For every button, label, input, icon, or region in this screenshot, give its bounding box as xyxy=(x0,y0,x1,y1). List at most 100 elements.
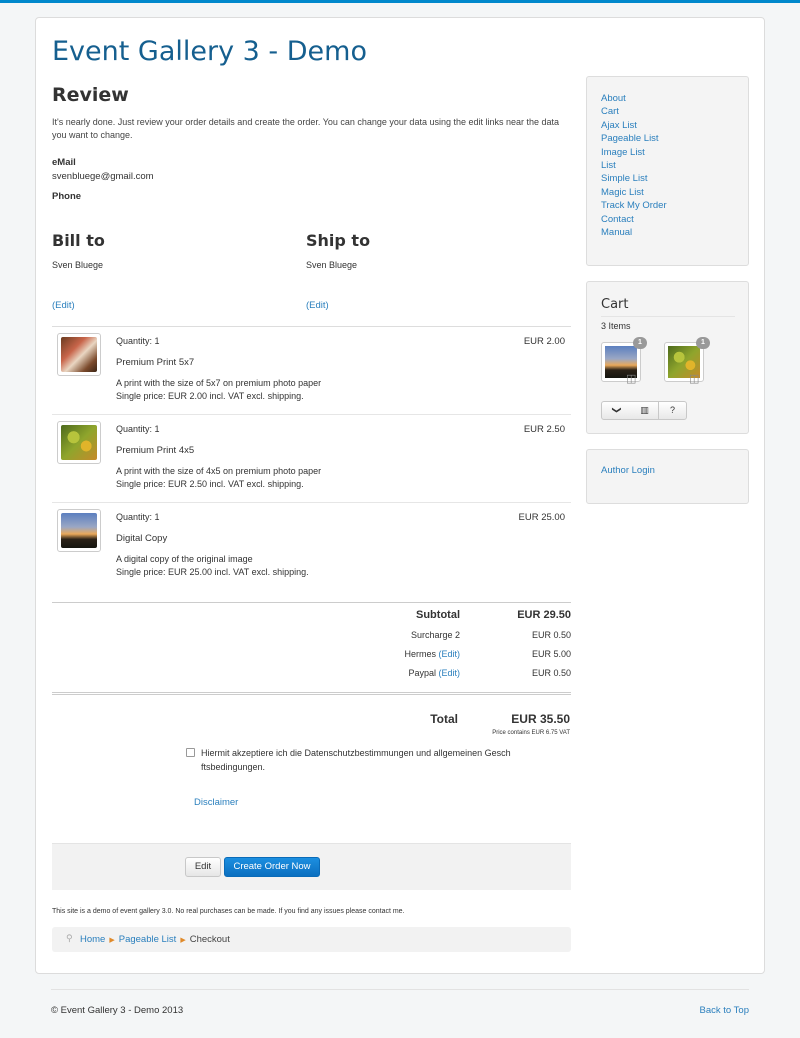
total-value: EUR 35.50 xyxy=(511,712,570,726)
page-container: Event Gallery 3 - Demo Review It's nearl… xyxy=(35,17,765,974)
totals-table: Subtotal EUR 29.50 Surcharge 2 EUR 0.50 … xyxy=(52,602,571,682)
cart-button-group: ❯ ▥ ? xyxy=(601,401,687,420)
item-thumbnail[interactable] xyxy=(57,509,101,552)
order-item: Quantity: 1 Premium Print 5x7 A print wi… xyxy=(52,327,571,415)
ship-to-name: Sven Bluege xyxy=(306,260,358,270)
subtotal-row: Subtotal EUR 29.50 xyxy=(52,603,571,625)
order-items: Quantity: 1 Premium Print 5x7 A print wi… xyxy=(52,326,571,591)
sidebar-item-pageable-list[interactable]: Pageable List xyxy=(601,132,748,145)
author-login-link[interactable]: Author Login xyxy=(601,465,655,476)
back-to-top-link[interactable]: Back to Top xyxy=(700,1005,749,1016)
ship-to-heading: Ship to xyxy=(306,231,371,250)
payment-method: Paypal xyxy=(408,668,436,678)
payment-row: Paypal (Edit) EUR 0.50 xyxy=(52,663,571,682)
email-label: eMail xyxy=(52,157,76,168)
help-button[interactable]: ? xyxy=(659,402,686,419)
sidebar-item-simple-list[interactable]: Simple List xyxy=(601,172,748,185)
bill-to-name: Sven Bluege xyxy=(52,260,104,270)
subtotal-label: Subtotal xyxy=(416,609,460,621)
cart-thumbnail[interactable]: 1 ◫ xyxy=(664,337,710,385)
item-quantity: Quantity: 1 xyxy=(116,424,160,434)
location-pin-icon: ⚲ xyxy=(66,933,73,943)
item-thumbnail[interactable] xyxy=(57,421,101,464)
login-box: Author Login xyxy=(586,449,749,504)
review-intro: It's nearly done. Just review your order… xyxy=(52,117,560,140)
cart-item-badge: 1 xyxy=(633,337,647,349)
item-image xyxy=(61,337,97,372)
total-label: Total xyxy=(430,712,458,726)
item-image xyxy=(61,425,97,460)
item-single-price: Single price: EUR 25.00 incl. VAT excl. … xyxy=(116,567,309,577)
create-order-button[interactable]: Create Order Now xyxy=(224,857,320,877)
subtotal-value: EUR 29.50 xyxy=(517,609,571,621)
action-bar: Edit Create Order Now xyxy=(52,843,571,890)
item-single-price: Single price: EUR 2.00 incl. VAT excl. s… xyxy=(116,391,304,401)
item-price: EUR 2.00 xyxy=(523,336,565,347)
item-single-price: Single price: EUR 2.50 incl. VAT excl. s… xyxy=(116,479,304,489)
shipping-row: Hermes (Edit) EUR 5.00 xyxy=(52,644,571,663)
sidebar-item-ajax-list[interactable]: Ajax List xyxy=(601,119,748,132)
footer-copyright: © Event Gallery 3 - Demo 2013 xyxy=(51,1005,184,1016)
sidebar-item-image-list[interactable]: Image List xyxy=(601,146,748,159)
bill-to-heading: Bill to xyxy=(52,231,105,250)
review-heading: Review xyxy=(52,84,129,106)
shipping-label: Hermes (Edit) xyxy=(404,649,460,659)
order-item: Quantity: 1 Premium Print 4x5 A print wi… xyxy=(52,415,571,503)
sidebar-item-cart[interactable]: Cart xyxy=(601,105,748,118)
item-image xyxy=(61,513,97,548)
bill-to-edit-link[interactable]: (Edit) xyxy=(52,300,75,311)
ship-to-edit-link[interactable]: (Edit) xyxy=(306,300,329,311)
item-description-line: A print with the size of 4x5 on premium … xyxy=(116,466,322,476)
shipping-edit-link[interactable]: (Edit) xyxy=(438,649,460,659)
cart-item-badge: 1 xyxy=(696,337,710,349)
item-name: Premium Print 5x7 xyxy=(116,357,195,368)
terms-checkbox[interactable] xyxy=(186,748,195,757)
totals-divider xyxy=(52,692,571,695)
item-name: Digital Copy xyxy=(116,533,168,544)
site-title[interactable]: Event Gallery 3 - Demo xyxy=(52,36,367,67)
item-description: A print with the size of 5x7 on premium … xyxy=(116,377,321,403)
breadcrumb-separator-icon: ▶ xyxy=(109,937,115,944)
cart-title: Cart xyxy=(601,297,629,312)
order-item: Quantity: 1 Digital Copy A digital copy … xyxy=(52,503,571,591)
email-value: svenbluege@gmail.com xyxy=(52,171,154,182)
disclaimer-link[interactable]: Disclaimer xyxy=(194,797,238,808)
sidebar-item-list[interactable]: List xyxy=(601,159,748,172)
sidebar-item-magic-list[interactable]: Magic List xyxy=(601,186,748,199)
sidebar-item-track-my-order[interactable]: Track My Order xyxy=(601,199,748,212)
cart-item-count: 3 Items xyxy=(601,321,631,331)
surcharge-row: Surcharge 2 EUR 0.50 xyxy=(52,625,571,644)
item-thumbnail[interactable] xyxy=(57,333,101,376)
sidebar-item-manual[interactable]: Manual xyxy=(601,226,748,239)
cart-thumbnail[interactable]: 1 ◫ xyxy=(601,337,647,385)
item-quantity: Quantity: 1 xyxy=(116,512,160,522)
chevron-down-icon[interactable]: ❯ xyxy=(608,402,625,419)
sidebar-item-about[interactable]: About xyxy=(601,92,748,105)
item-quantity: Quantity: 1 xyxy=(116,336,160,346)
terms-label[interactable]: Hiermit akzeptiere ich die Datenschutzbe… xyxy=(201,746,521,774)
breadcrumb-separator-icon: ▶ xyxy=(180,937,186,944)
sidebar-item-contact[interactable]: Contact xyxy=(601,213,748,226)
cart-widget: Cart 3 Items 1 ◫ 1 ◫ ❯ ▥ ? xyxy=(586,281,749,434)
item-description-line: A digital copy of the original image xyxy=(116,554,253,564)
demo-note: This site is a demo of event gallery 3.0… xyxy=(52,908,405,915)
breadcrumb: ⚲ Home ▶ Pageable List ▶ Checkout xyxy=(52,927,571,952)
phone-label: Phone xyxy=(52,191,82,202)
breadcrumb-pageable-list[interactable]: Pageable List xyxy=(119,934,177,945)
item-description: A digital copy of the original image Sin… xyxy=(116,553,309,579)
remove-from-cart-icon[interactable]: ◫ xyxy=(626,373,642,385)
item-price: EUR 25.00 xyxy=(518,512,565,523)
sidebar-menu: About Cart Ajax List Pageable List Image… xyxy=(586,76,749,266)
breadcrumb-items: Home ▶ Pageable List ▶ Checkout xyxy=(80,934,230,945)
item-name: Premium Print 4x5 xyxy=(116,445,195,456)
vat-note: Price contains EUR 6.75 VAT xyxy=(492,730,570,736)
basket-icon[interactable]: ▥ xyxy=(631,402,659,419)
item-description: A print with the size of 4x5 on premium … xyxy=(116,465,321,491)
cart-divider xyxy=(601,316,735,317)
edit-button[interactable]: Edit xyxy=(185,857,221,877)
shipping-method: Hermes xyxy=(404,649,436,659)
remove-from-cart-icon[interactable]: ◫ xyxy=(689,373,705,385)
payment-edit-link[interactable]: (Edit) xyxy=(438,668,460,678)
surcharge-label: Surcharge 2 xyxy=(410,630,460,640)
breadcrumb-home[interactable]: Home xyxy=(80,934,105,945)
